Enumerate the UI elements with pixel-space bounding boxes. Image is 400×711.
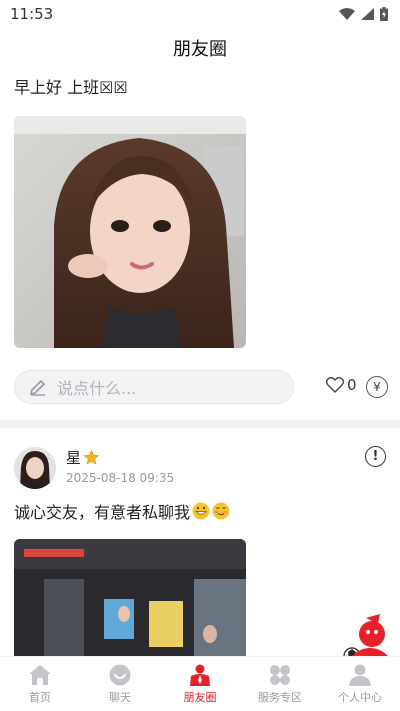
services-icon [270, 664, 290, 685]
like-count: 0 [347, 376, 357, 394]
nav-item-services[interactable]: 服务专区 [240, 657, 320, 711]
home-icon [29, 664, 51, 685]
post-text: 诚心交友，有意者私聊我 [14, 499, 230, 523]
interaction-row: 说点什么... 0 ¥ [14, 370, 394, 404]
comment-input[interactable]: 说点什么... [14, 370, 294, 404]
wifi-icon [339, 8, 355, 20]
status-bar: 11:53 [0, 0, 400, 28]
post-moment-button[interactable] [336, 612, 400, 656]
post-divider [0, 420, 400, 428]
author-name: 星 [66, 449, 82, 467]
status-time: 11:53 [10, 5, 54, 23]
portrait-photo-image [14, 116, 246, 348]
exclamation-icon: ! [372, 449, 379, 464]
post-text: 早上好 上班☒☒ [14, 78, 128, 97]
status-icons [339, 7, 388, 21]
moments-icon [190, 664, 210, 686]
post-photo[interactable] [14, 116, 246, 348]
post-text-content: 诚心交友，有意者私聊我 [14, 503, 191, 522]
yen-icon: ¥ [373, 380, 381, 394]
report-button[interactable]: ! [365, 446, 386, 467]
like-button[interactable]: 0 [326, 376, 357, 394]
nav-item-moments[interactable]: 朋友圈 [160, 657, 240, 711]
avatar-image [14, 447, 56, 489]
grinning-emoji-icon [192, 502, 210, 520]
reward-button[interactable]: ¥ [366, 376, 388, 398]
blushing-emoji-icon [212, 502, 230, 520]
comment-placeholder: 说点什么... [57, 379, 137, 398]
nav-label-home: 首页 [29, 690, 51, 704]
nav-item-chat[interactable]: 聊天 [80, 657, 160, 711]
post-author[interactable]: 星 [66, 447, 100, 468]
nav-label-moments: 朋友圈 [183, 690, 217, 704]
nav-label-services: 服务专区 [258, 690, 302, 704]
subway-photo-image [14, 539, 246, 656]
moments-feed[interactable]: 早上好 上班☒☒ 说点什么... 0 ¥ 星 2025-08-18 09:35 … [0, 68, 400, 656]
bottom-nav: 首页 聊天 朋友圈 服务专区 个人中心 [0, 656, 400, 711]
compose-mascot-icon [343, 614, 388, 656]
heart-icon [326, 377, 344, 393]
post-timestamp: 2025-08-18 09:35 [66, 471, 175, 485]
nav-label-profile: 个人中心 [338, 690, 382, 704]
signal-icon [361, 8, 374, 20]
nav-item-profile[interactable]: 个人中心 [320, 657, 400, 711]
chat-icon [109, 664, 131, 685]
nav-label-chat: 聊天 [109, 690, 131, 704]
pencil-icon [30, 380, 45, 396]
avatar[interactable] [14, 447, 56, 489]
page-title: 朋友圈 [173, 39, 227, 60]
post-photo[interactable] [14, 539, 246, 656]
battery-icon [380, 7, 388, 21]
nav-item-home[interactable]: 首页 [0, 657, 80, 711]
star-icon [83, 449, 100, 465]
profile-icon [349, 664, 371, 686]
